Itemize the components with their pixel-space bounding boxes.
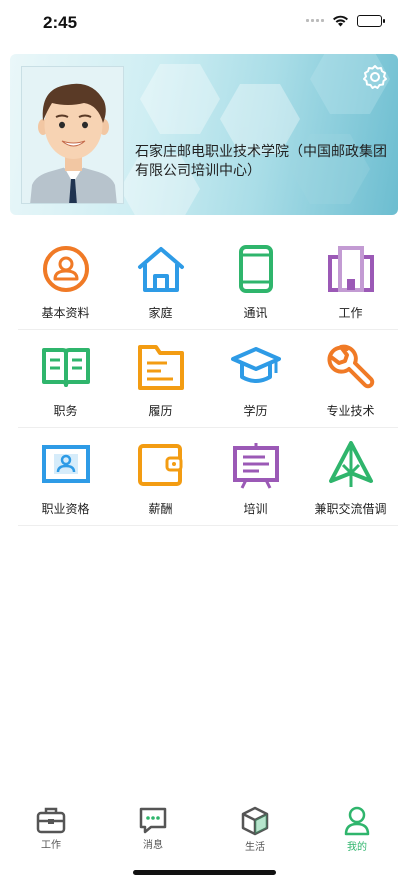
grid-item-family[interactable]: 家庭	[113, 232, 208, 329]
grid-label: 工作	[338, 306, 363, 320]
person-icon	[344, 806, 370, 836]
grid-label: 学历	[243, 404, 268, 418]
tab-label: 我的	[347, 842, 367, 853]
grid-item-basic-info[interactable]: 基本资料	[18, 232, 113, 329]
grid-item-contact[interactable]: 通讯	[208, 232, 303, 329]
grid-row: 基本资料 家庭 通讯 工作	[18, 232, 398, 330]
tab-me[interactable]: 我的	[306, 800, 408, 883]
wallet-icon	[137, 444, 182, 486]
battery-icon	[357, 14, 385, 27]
gear-icon	[363, 65, 387, 89]
settings-button[interactable]	[362, 64, 388, 90]
graduation-cap-icon	[230, 347, 281, 383]
organization-name: 石家庄邮电职业技术学院（中国邮政集团有限公司培训中心）	[135, 143, 387, 178]
wifi-icon	[333, 15, 348, 27]
phone-icon	[238, 245, 273, 293]
chat-bubble-icon	[139, 807, 167, 834]
grid-item-qualifications[interactable]: 职业资格	[18, 428, 113, 525]
grid-item-education[interactable]: 学历	[208, 330, 303, 427]
grid-item-salary[interactable]: 薪酬	[113, 428, 208, 525]
tab-label: 工作	[41, 840, 61, 851]
paper-plane-icon	[328, 441, 373, 487]
tab-label: 生活	[245, 842, 265, 853]
briefcase-icon	[36, 807, 66, 834]
grid-label: 履历	[148, 404, 173, 418]
status-icons	[306, 14, 385, 27]
grid-label: 家庭	[148, 306, 173, 320]
grid-label: 兼职交流借调	[314, 502, 387, 516]
wrench-icon	[327, 344, 374, 389]
grid-item-training[interactable]: 培训	[208, 428, 303, 525]
home-indicator[interactable]	[133, 870, 276, 875]
grid-label: 薪酬	[148, 502, 173, 516]
house-icon	[137, 247, 184, 292]
grid-label: 职业资格	[41, 502, 90, 516]
grid-row: 职业资格 薪酬 培训 兼职交流借调	[18, 428, 398, 526]
tab-label: 消息	[143, 840, 163, 851]
cellular-signal-icon	[306, 19, 324, 22]
grid-item-resume[interactable]: 履历	[113, 330, 208, 427]
cube-icon	[241, 806, 269, 836]
tab-work[interactable]: 工作	[0, 800, 102, 883]
grid-row: 职务 履历 学历 专业技术	[18, 330, 398, 428]
grid-label: 培训	[243, 502, 268, 516]
status-time: 2:45	[43, 13, 78, 32]
book-icon	[41, 348, 90, 387]
grid-label: 职务	[53, 404, 78, 418]
grid-label: 专业技术	[326, 404, 375, 418]
grid-item-work[interactable]: 工作	[303, 232, 398, 329]
grid-label: 基本资料	[41, 306, 90, 320]
building-icon	[327, 246, 374, 292]
grid-item-secondment[interactable]: 兼职交流借调	[303, 428, 398, 525]
grid-item-professional-skills[interactable]: 专业技术	[303, 330, 398, 427]
status-bar: 2:45	[0, 0, 408, 46]
id-card-icon	[41, 445, 90, 483]
folder-icon	[137, 345, 184, 390]
person-circle-icon	[42, 246, 89, 292]
easel-board-icon	[232, 443, 279, 489]
profile-card[interactable]: 石家庄邮电职业技术学院（中国邮政集团有限公司培训中心）	[10, 54, 398, 215]
feature-grid: 基本资料 家庭 通讯 工作 职务 履历 学历 专业技术 职业资格 薪酬 培训 兼…	[18, 232, 398, 526]
avatar[interactable]	[21, 66, 124, 204]
grid-label: 通讯	[243, 306, 268, 320]
grid-item-position[interactable]: 职务	[18, 330, 113, 427]
